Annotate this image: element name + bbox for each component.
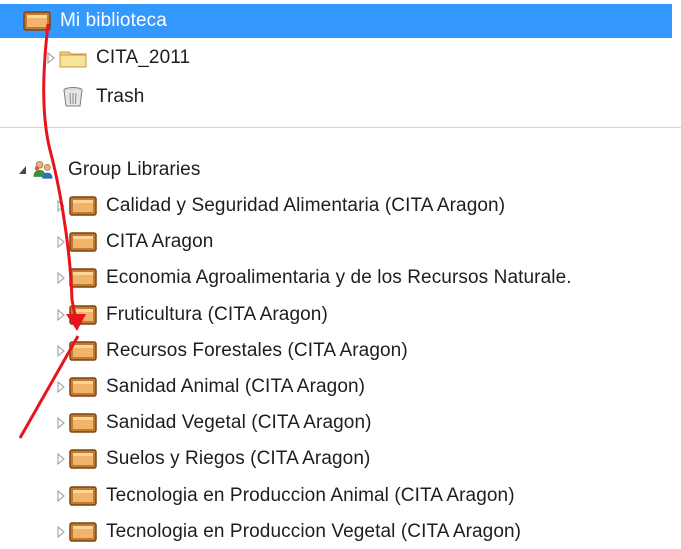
- expand-arrow-icon[interactable]: [56, 452, 66, 466]
- group-library-row[interactable]: Sanidad Vegetal (CITA Aragon): [56, 406, 372, 440]
- expand-arrow-icon[interactable]: [56, 308, 66, 322]
- library-icon: [69, 305, 97, 325]
- group-library-row[interactable]: Calidad y Seguridad Alimentaria (CITA Ar…: [56, 189, 505, 223]
- expand-arrow-icon[interactable]: [56, 489, 66, 503]
- group-library-label: Recursos Forestales (CITA Aragon): [106, 340, 408, 361]
- library-icon: [69, 522, 97, 542]
- group-library-row[interactable]: CITA Aragon: [56, 225, 213, 259]
- my-library-row[interactable]: Mi biblioteca: [0, 4, 672, 38]
- library-icon: [69, 341, 97, 361]
- expand-arrow-icon[interactable]: [56, 416, 66, 430]
- group-libraries-label: Group Libraries: [68, 159, 201, 180]
- library-icon: [69, 196, 97, 216]
- library-icon: [69, 449, 97, 469]
- group-library-label: Tecnologia en Produccion Vegetal (CITA A…: [106, 521, 522, 542]
- collection-tree: Mi biblioteca CITA_2011 Trash Group Libr…: [0, 0, 681, 543]
- folder-icon: [59, 51, 87, 68]
- my-library-label: Mi biblioteca: [60, 10, 167, 31]
- trash-row[interactable]: Trash: [58, 80, 144, 114]
- group-library-label: Calidad y Seguridad Alimentaria (CITA Ar…: [106, 195, 506, 216]
- expand-arrow-icon[interactable]: [56, 344, 66, 358]
- group-library-label: Sanidad Vegetal (CITA Aragon): [106, 412, 372, 433]
- collapse-arrow-icon[interactable]: [18, 163, 28, 177]
- folder-label: CITA_2011: [96, 47, 191, 68]
- expand-arrow-icon[interactable]: [46, 51, 56, 65]
- library-icon: [23, 11, 51, 31]
- library-icon: [69, 268, 97, 288]
- group-library-row[interactable]: Suelos y Riegos (CITA Aragon): [56, 442, 370, 476]
- trash-icon: [63, 87, 83, 107]
- separator: [0, 127, 681, 128]
- group-libraries-row[interactable]: Group Libraries: [18, 153, 200, 187]
- expand-arrow-icon[interactable]: [56, 235, 66, 249]
- group-library-row[interactable]: Tecnologia en Produccion Vegetal (CITA A…: [56, 515, 521, 549]
- library-icon: [69, 377, 97, 397]
- expand-arrow-icon[interactable]: [56, 271, 66, 285]
- group-libraries-icon: [33, 160, 53, 179]
- expand-arrow-icon[interactable]: [56, 525, 66, 539]
- group-library-row[interactable]: Economia Agroalimentaria y de los Recurs…: [56, 261, 572, 295]
- folder-row-cita-2011[interactable]: CITA_2011: [46, 41, 190, 75]
- library-icon: [69, 486, 97, 506]
- library-icon: [69, 232, 97, 252]
- group-library-label: Tecnologia en Produccion Animal (CITA Ar…: [106, 485, 515, 506]
- group-library-row[interactable]: Sanidad Animal (CITA Aragon): [56, 370, 365, 404]
- group-library-label: Sanidad Animal (CITA Aragon): [106, 376, 366, 397]
- group-library-row[interactable]: Tecnologia en Produccion Animal (CITA Ar…: [56, 479, 515, 513]
- group-library-label: Suelos y Riegos (CITA Aragon): [106, 448, 371, 469]
- expand-arrow-icon[interactable]: [56, 380, 66, 394]
- library-icon: [69, 413, 97, 433]
- expand-arrow-icon[interactable]: [56, 199, 66, 213]
- group-library-row[interactable]: Recursos Forestales (CITA Aragon): [56, 334, 408, 368]
- group-library-label: CITA Aragon: [106, 231, 214, 252]
- trash-label: Trash: [96, 86, 145, 107]
- group-library-row[interactable]: Fruticultura (CITA Aragon): [56, 298, 328, 332]
- group-library-label: Economia Agroalimentaria y de los Recurs…: [106, 267, 572, 288]
- group-library-label: Fruticultura (CITA Aragon): [106, 304, 328, 325]
